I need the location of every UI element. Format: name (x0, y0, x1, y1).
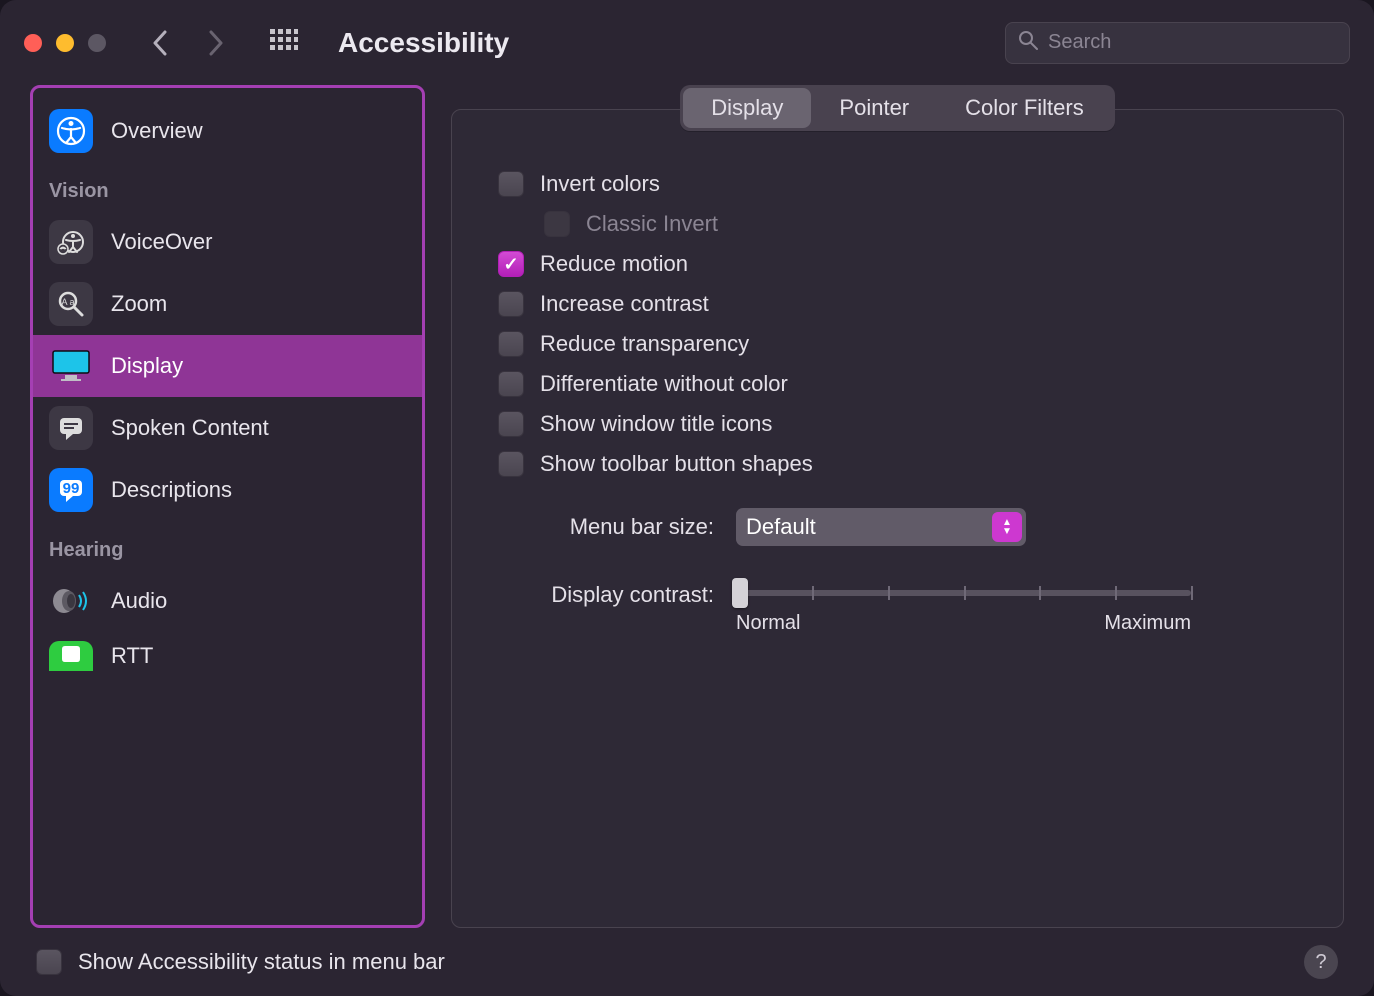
svg-text:99: 99 (63, 480, 80, 497)
rtt-icon (49, 641, 93, 671)
sidebar-item-zoom[interactable]: A a Zoom (33, 273, 422, 335)
accessibility-window: Accessibility Overview Vision (0, 0, 1374, 996)
search-field[interactable] (1005, 22, 1350, 64)
tab-color-filters[interactable]: Color Filters (937, 88, 1112, 128)
checkbox[interactable] (498, 451, 524, 477)
help-icon: ? (1315, 951, 1326, 974)
menu-bar-size-row: Menu bar size: Default ▲▼ (488, 508, 1307, 546)
window-title: Accessibility (338, 27, 509, 59)
sidebar-section-header: Vision (33, 162, 422, 211)
option-label: Show toolbar button shapes (540, 451, 813, 477)
slider-max-label: Maximum (1104, 612, 1191, 635)
search-input[interactable] (1048, 31, 1337, 54)
accessibility-icon (49, 109, 93, 153)
select-stepper-icon: ▲▼ (992, 512, 1022, 542)
checkbox[interactable] (36, 949, 62, 975)
sidebar-item-rtt[interactable]: RTT (33, 632, 422, 671)
checkbox (544, 211, 570, 237)
display-contrast-slider[interactable] (736, 590, 1191, 596)
chevron-right-icon (208, 30, 224, 56)
sidebar-item-label: Descriptions (111, 477, 232, 503)
show-all-button[interactable] (270, 29, 298, 57)
sidebar-item-label: Audio (111, 588, 167, 614)
voiceover-icon (49, 220, 93, 264)
option-show-title-icons[interactable]: Show window title icons (498, 404, 1307, 444)
sidebar-item-audio[interactable]: Audio (33, 570, 422, 632)
menu-bar-size-label: Menu bar size: (488, 514, 714, 540)
descriptions-icon: 99 (49, 468, 93, 512)
checkbox[interactable] (498, 251, 524, 277)
main-content: Display Pointer Color Filters Invert col… (451, 85, 1344, 928)
option-label: Reduce transparency (540, 331, 749, 357)
option-show-toolbar-shapes[interactable]: Show toolbar button shapes (498, 444, 1307, 484)
nav-arrows (146, 29, 230, 57)
option-label: Show Accessibility status in menu bar (78, 949, 445, 975)
option-classic-invert: Classic Invert (544, 204, 1307, 244)
grid-icon (270, 29, 298, 57)
tab-bar: Display Pointer Color Filters (680, 85, 1114, 131)
sidebar-item-label: VoiceOver (111, 229, 213, 255)
option-increase-contrast[interactable]: Increase contrast (498, 284, 1307, 324)
audio-icon (49, 579, 93, 623)
titlebar: Accessibility (0, 0, 1374, 85)
sidebar-item-label: Zoom (111, 291, 167, 317)
sidebar-item-label: Display (111, 353, 183, 379)
sidebar-item-voiceover[interactable]: VoiceOver (33, 211, 422, 273)
svg-text:A a: A a (61, 297, 74, 307)
forward-button[interactable] (202, 29, 230, 57)
sidebar-section-header: Hearing (33, 521, 422, 570)
display-contrast-label: Display contrast: (488, 580, 714, 608)
option-reduce-transparency[interactable]: Reduce transparency (498, 324, 1307, 364)
option-label: Show window title icons (540, 411, 772, 437)
help-button[interactable]: ? (1304, 945, 1338, 979)
search-icon (1018, 30, 1038, 55)
minimize-window-button[interactable] (56, 34, 74, 52)
display-contrast-row: Display contrast: (488, 580, 1307, 635)
slider-thumb[interactable] (732, 578, 748, 608)
sidebar: Overview Vision VoiceOver A a Zoom (30, 85, 425, 928)
sidebar-item-spoken-content[interactable]: Spoken Content (33, 397, 422, 459)
zoom-window-button[interactable] (88, 34, 106, 52)
sidebar-item-label: Spoken Content (111, 415, 269, 441)
option-label: Increase contrast (540, 291, 709, 317)
option-label: Differentiate without color (540, 371, 788, 397)
checkbox[interactable] (498, 411, 524, 437)
checkbox[interactable] (498, 331, 524, 357)
option-label: Reduce motion (540, 251, 688, 277)
sidebar-item-overview[interactable]: Overview (33, 100, 422, 162)
close-window-button[interactable] (24, 34, 42, 52)
back-button[interactable] (146, 29, 174, 57)
window-controls (24, 34, 106, 52)
spoken-content-icon (49, 406, 93, 450)
option-invert-colors[interactable]: Invert colors (498, 164, 1307, 204)
slider-min-label: Normal (736, 612, 800, 635)
option-reduce-motion[interactable]: Reduce motion (498, 244, 1307, 284)
option-label: Classic Invert (586, 211, 718, 237)
display-settings-panel: Invert colors Classic Invert Reduce moti… (451, 109, 1344, 928)
chevron-left-icon (152, 30, 168, 56)
sidebar-item-label: RTT (111, 643, 153, 669)
checkbox[interactable] (498, 171, 524, 197)
sidebar-item-label: Overview (111, 118, 203, 144)
footer: Show Accessibility status in menu bar ? (30, 928, 1344, 982)
tab-pointer[interactable]: Pointer (811, 88, 937, 128)
checkbox[interactable] (498, 371, 524, 397)
zoom-icon: A a (49, 282, 93, 326)
checkbox[interactable] (498, 291, 524, 317)
sidebar-item-descriptions[interactable]: 99 Descriptions (33, 459, 422, 521)
display-icon (49, 344, 93, 388)
option-differentiate-without-color[interactable]: Differentiate without color (498, 364, 1307, 404)
tab-display[interactable]: Display (683, 88, 811, 128)
menu-bar-size-select[interactable]: Default ▲▼ (736, 508, 1026, 546)
sidebar-item-display[interactable]: Display (33, 335, 422, 397)
option-label: Invert colors (540, 171, 660, 197)
option-show-accessibility-status[interactable]: Show Accessibility status in menu bar (36, 942, 445, 982)
select-value: Default (746, 514, 816, 540)
